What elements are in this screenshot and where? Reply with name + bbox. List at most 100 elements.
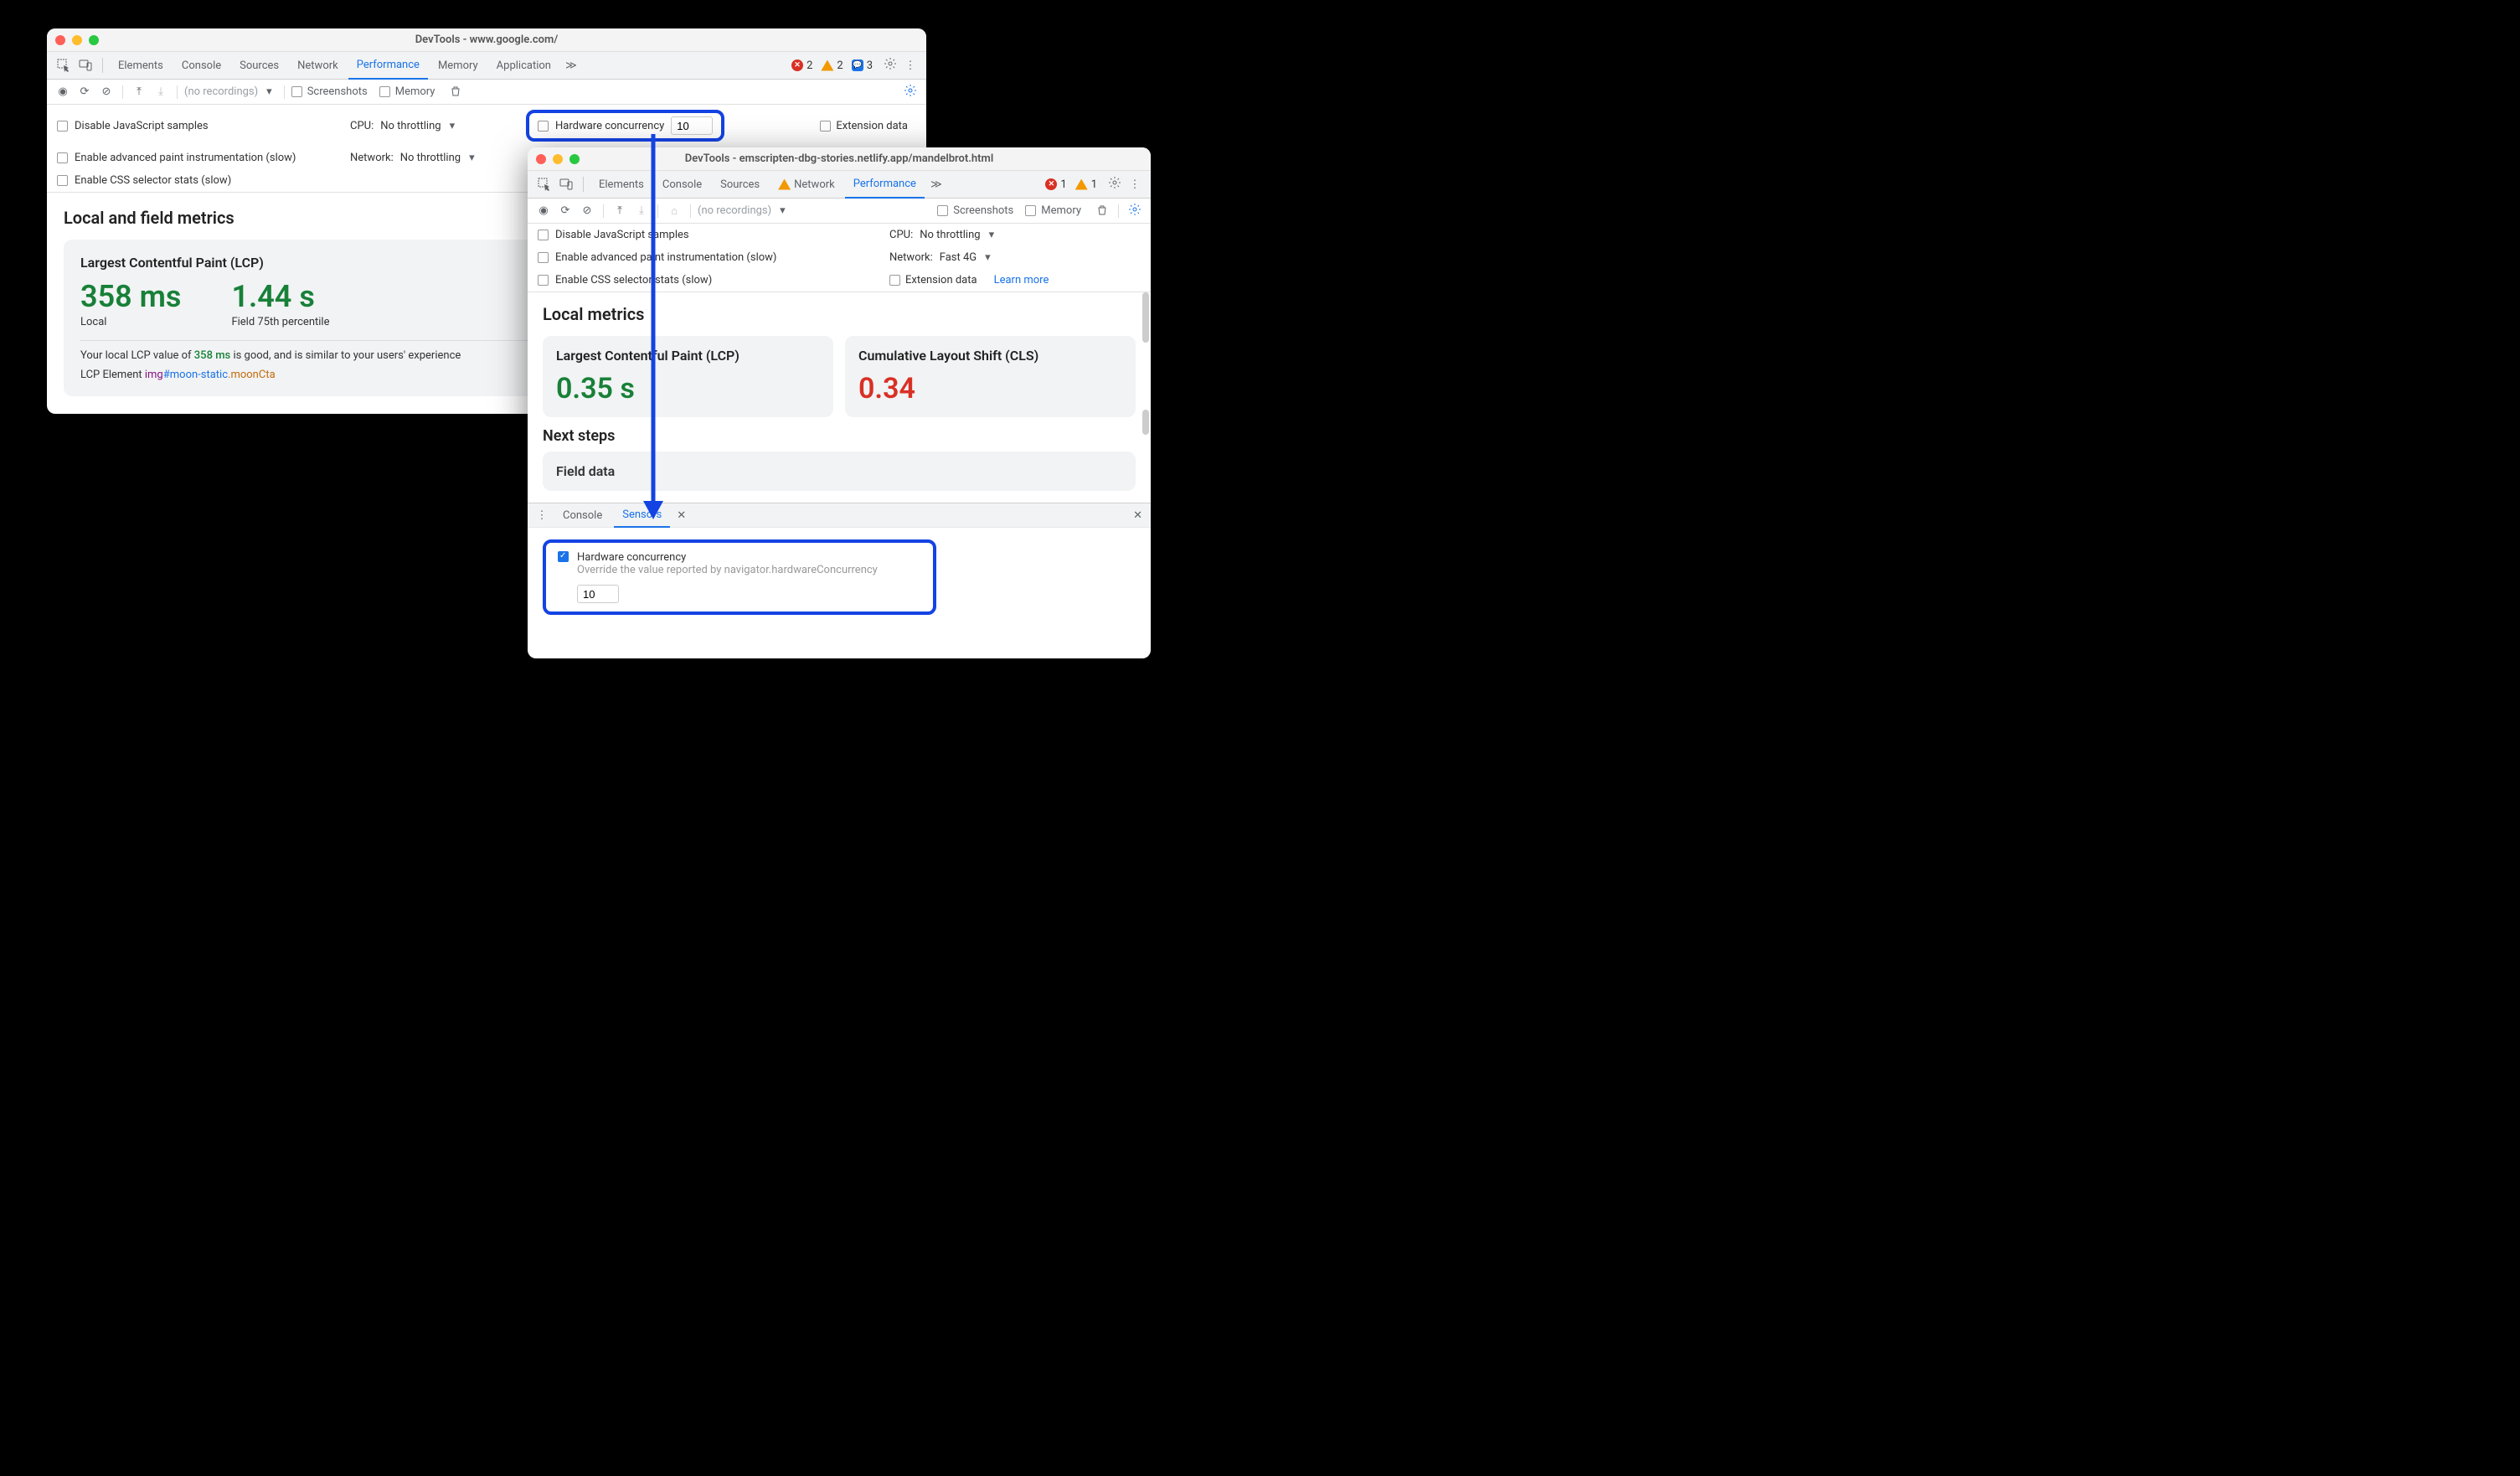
chevron-down-icon[interactable]: ▾	[469, 152, 475, 164]
chevron-down-icon[interactable]: ▾	[450, 120, 456, 132]
tab-performance[interactable]: Performance	[348, 52, 428, 80]
zoom-icon[interactable]	[89, 35, 99, 45]
reload-icon[interactable]: ⟳	[75, 85, 94, 98]
close-drawer-icon[interactable]: ✕	[1130, 509, 1146, 522]
extension-data-checkbox[interactable]: Extension data	[889, 274, 977, 286]
chevron-down-icon[interactable]: ▾	[266, 85, 272, 98]
recordings-dropdown[interactable]: (no recordings)	[184, 85, 258, 98]
inspect-icon[interactable]	[54, 55, 74, 75]
upload-icon[interactable]: ⤒	[130, 85, 148, 98]
devtools-window-2: DevTools - emscripten-dbg-stories.netlif…	[528, 147, 1151, 658]
kebab-icon[interactable]: ⋮	[901, 59, 920, 72]
tab-network[interactable]: Network	[289, 52, 347, 80]
more-tabs-icon[interactable]: ≫	[561, 55, 581, 75]
close-icon[interactable]	[536, 154, 546, 164]
learn-more-link[interactable]: Learn more	[994, 274, 1049, 286]
scrollbar[interactable]	[1142, 292, 1149, 343]
download-icon[interactable]: ⤓	[152, 85, 170, 98]
network-label: Network:	[889, 251, 933, 264]
lcp-value: 0.35 s	[556, 372, 820, 405]
download-icon[interactable]: ⤓	[632, 204, 651, 217]
screenshots-checkbox[interactable]: Screenshots	[937, 204, 1013, 217]
tab-elements[interactable]: Elements	[110, 52, 172, 80]
perf-settings-icon[interactable]	[901, 84, 920, 101]
chevron-down-icon[interactable]: ▾	[989, 229, 995, 241]
hw-sensor-checkbox[interactable]	[558, 551, 569, 562]
memory-checkbox[interactable]: Memory	[379, 85, 435, 98]
device-icon[interactable]	[75, 55, 95, 75]
hardware-concurrency-sensor-highlight: Hardware concurrency Override the value …	[543, 539, 936, 615]
tab-elements[interactable]: Elements	[590, 171, 652, 199]
lcp-field-label: Field 75th percentile	[231, 316, 329, 328]
device-icon[interactable]	[556, 174, 576, 194]
drawer-tab-sensors[interactable]: Sensors	[614, 503, 670, 528]
errors-badge[interactable]: ✕2	[791, 59, 812, 72]
tab-application[interactable]: Application	[488, 52, 559, 80]
hw-label: Hardware concurrency	[555, 120, 664, 132]
main-tabbar: Elements Console Sources Network Perform…	[47, 52, 926, 80]
css-stats-checkbox[interactable]	[57, 175, 68, 186]
scrollbar[interactable]	[1142, 410, 1149, 435]
titlebar: DevTools - emscripten-dbg-stories.netlif…	[528, 147, 1151, 171]
minimize-icon[interactable]	[72, 35, 82, 45]
tab-memory[interactable]: Memory	[430, 52, 487, 80]
screenshots-checkbox[interactable]: Screenshots	[291, 85, 368, 98]
disable-js-checkbox[interactable]	[538, 230, 549, 240]
gear-icon[interactable]	[1105, 176, 1124, 193]
paint-instr-checkbox[interactable]	[57, 152, 68, 163]
tab-console[interactable]: Console	[173, 52, 229, 80]
warnings-badge[interactable]: 2	[821, 59, 843, 72]
tab-console[interactable]: Console	[654, 171, 710, 199]
close-tab-icon[interactable]: ✕	[673, 509, 689, 522]
extension-data-checkbox[interactable]: Extension data	[820, 120, 908, 132]
perf-settings-icon[interactable]	[1126, 203, 1144, 219]
hw-sensor-desc: Override the value reported by navigator…	[577, 564, 878, 576]
clear-icon[interactable]: ⊘	[97, 85, 116, 98]
tab-sources[interactable]: Sources	[231, 52, 287, 80]
cpu-select[interactable]: No throttling	[380, 120, 441, 132]
clear-icon[interactable]: ⊘	[578, 204, 596, 217]
record-icon[interactable]: ◉	[54, 85, 72, 98]
lcp-local-value: 358 ms	[80, 279, 181, 314]
network-select[interactable]: No throttling	[400, 152, 461, 164]
errors-count: 1	[1060, 178, 1066, 191]
upload-icon[interactable]: ⤒	[611, 204, 629, 217]
inspect-icon[interactable]	[534, 174, 554, 194]
more-tabs-icon[interactable]: ≫	[926, 174, 946, 194]
memory-checkbox[interactable]: Memory	[1025, 204, 1081, 217]
chevron-down-icon[interactable]: ▾	[985, 251, 991, 264]
tab-sources[interactable]: Sources	[712, 171, 768, 199]
zoom-icon[interactable]	[569, 154, 580, 164]
cls-value: 0.34	[858, 372, 1122, 405]
cpu-label: CPU:	[889, 229, 913, 241]
reload-icon[interactable]: ⟳	[556, 204, 575, 217]
css-stats-checkbox[interactable]	[538, 275, 549, 286]
close-icon[interactable]	[55, 35, 65, 45]
record-icon[interactable]: ◉	[534, 204, 553, 217]
warnings-badge[interactable]: 1	[1075, 178, 1097, 191]
hw-sensor-input[interactable]	[577, 585, 619, 603]
lcp-card: Largest Contentful Paint (LCP) 0.35 s	[543, 336, 833, 417]
recordings-dropdown[interactable]: (no recordings)	[698, 204, 771, 217]
paint-instr-checkbox[interactable]	[538, 252, 549, 263]
lcp-title: Largest Contentful Paint (LCP)	[556, 348, 820, 364]
gear-icon[interactable]	[881, 57, 899, 74]
info-badge[interactable]: 💬3	[852, 59, 873, 72]
network-select[interactable]: Fast 4G	[940, 251, 977, 264]
disable-js-checkbox[interactable]	[57, 121, 68, 132]
minimize-icon[interactable]	[553, 154, 563, 164]
chevron-down-icon[interactable]: ▾	[780, 204, 786, 217]
tab-performance[interactable]: Performance	[845, 171, 925, 199]
cpu-select[interactable]: No throttling	[920, 229, 980, 241]
hw-input[interactable]	[671, 116, 713, 135]
errors-badge[interactable]: ✕1	[1045, 178, 1066, 191]
gc-icon[interactable]	[1093, 204, 1111, 219]
home-icon[interactable]: ⌂	[665, 204, 683, 218]
drawer-kebab-icon[interactable]: ⋮	[533, 509, 551, 522]
kebab-icon[interactable]: ⋮	[1126, 178, 1144, 191]
cls-title: Cumulative Layout Shift (CLS)	[858, 348, 1122, 364]
drawer-tab-console[interactable]: Console	[554, 503, 611, 528]
tab-network[interactable]: Network	[770, 171, 843, 199]
gc-icon[interactable]	[446, 85, 465, 100]
hw-checkbox[interactable]	[538, 121, 549, 132]
